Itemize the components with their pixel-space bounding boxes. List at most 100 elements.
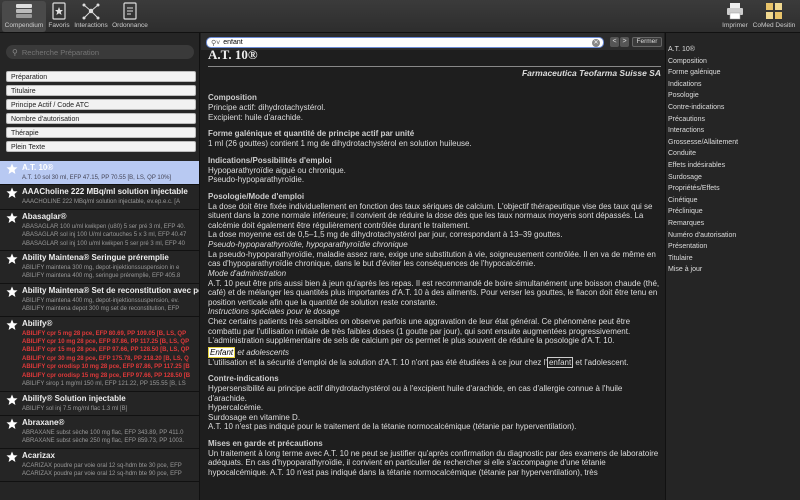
toc-item[interactable]: Surdosage [668, 172, 738, 184]
result-package-line: ABILIFY cpr orodisp 15 mg 28 pce, EFP 97… [22, 372, 191, 379]
toc-item[interactable]: Grossesse/Allaitement [668, 137, 738, 149]
toc-item[interactable]: Présentation [668, 241, 738, 253]
toolbar-interactions-button[interactable]: Interactions [73, 1, 109, 32]
toc-item[interactable]: Préclinique [668, 206, 738, 218]
find-previous-button[interactable]: < [610, 37, 619, 47]
result-item[interactable]: Ability Maintena® Seringue préremplie ABI… [0, 251, 199, 284]
result-package-line: ABASAGLAR 100 u/ml kwikpen (u80) 5 ser p… [22, 223, 186, 230]
toc-item[interactable]: Interactions [668, 125, 738, 137]
paragraph: La pseudo-hypoparathyroïdie, maladie ass… [208, 249, 656, 269]
toc-item[interactable]: Indications [668, 79, 738, 91]
star-icon[interactable] [6, 418, 18, 430]
star-icon[interactable] [6, 253, 18, 265]
paragraph: A.T. 10 n'est pas indiqué pour le traite… [208, 422, 577, 431]
toc-item[interactable]: Cinétique [668, 195, 738, 207]
compendium-icon [16, 4, 32, 18]
paragraph-text: L'utilisation et la sécurité d'emploi de… [208, 357, 547, 367]
result-item[interactable]: AAACholine 222 MBq/ml solution injectabl… [0, 185, 199, 210]
paragraph: 1 ml (26 gouttes) contient 1 mg de dihyd… [208, 139, 472, 148]
toolbar-prescription-button[interactable]: Ordonnance [110, 1, 150, 32]
result-title: Abilify® [22, 318, 53, 328]
preparation-search-input[interactable] [21, 47, 192, 57]
result-title: Acarizax [22, 450, 55, 460]
result-item[interactable]: Ability Maintena® Set de reconstitution … [0, 284, 200, 317]
paragraph: La dose moyenne est de 0,5–1,5 mg de dih… [208, 230, 563, 239]
star-icon[interactable] [6, 319, 18, 331]
result-title: Ability Maintena® Set de reconstitution … [22, 285, 200, 295]
close-find-button[interactable]: Fermer [632, 37, 662, 47]
toc-panel: A.T. 10® Composition Forme galénique Indica… [665, 33, 800, 500]
star-icon[interactable] [6, 451, 18, 463]
toc-item[interactable]: Contre-indications [668, 102, 738, 114]
toolbar-favorites-button[interactable]: Favoris [47, 1, 71, 32]
result-item[interactable]: A.T. 10® A.T. 10 sol 30 ml, EFP 47.15, PP… [0, 161, 199, 186]
result-package-line: A.T. 10 sol 30 ml, EFP 47.15, PP 70.55 [… [22, 175, 172, 181]
star-icon[interactable] [6, 187, 18, 199]
paragraph: Chez certains patients très sensibles on… [208, 317, 631, 345]
toc-item[interactable]: Propriétés/Effets [668, 183, 738, 195]
filter-therapie[interactable]: Thérapie [6, 127, 196, 138]
left-panel: ⚲ Préparation Titulaire Principe Actif /… [0, 33, 200, 500]
filter-titulaire[interactable]: Titulaire [6, 85, 196, 96]
section-heading: Forme galénique et quantité de principe … [208, 129, 415, 138]
paragraph: A.T. 10 peut être pris aussi bien à jeun… [208, 278, 660, 307]
toc-list: A.T. 10® Composition Forme galénique Indica… [668, 44, 738, 276]
star-icon[interactable] [6, 163, 18, 175]
toc-item[interactable]: Composition [668, 56, 738, 68]
result-package-line: ABILIFY cpr 15 mg 28 pce, EFP 97.66, PP … [22, 347, 190, 354]
result-item[interactable]: Abraxane® ABRAXANE subst sèche 100 mg fla… [0, 416, 199, 449]
toolbar-label: Ordonnance [112, 22, 148, 29]
toc-item[interactable]: Numéro d'autorisation [668, 230, 738, 242]
paragraph: Hypersensibilité au principe actif dihyd… [208, 384, 623, 403]
result-item[interactable]: Abasaglar® ABASAGLAR 100 u/ml kwikpen (u8… [0, 210, 199, 252]
results-list: A.T. 10® A.T. 10 sol 30 ml, EFP 47.15, PP… [0, 161, 200, 482]
toc-item[interactable]: Remarques [668, 218, 738, 230]
toc-item[interactable]: Posologie [668, 90, 738, 102]
filter-autorisation[interactable]: Nombre d'autorisation [6, 113, 196, 124]
toc-item[interactable]: A.T. 10® [668, 44, 738, 56]
result-package-line: ABILIFY maintena 400 mg, depot-injektion… [22, 297, 179, 304]
company-name: Farmaceutica Teofarma Suisse SA [208, 66, 661, 78]
result-package-line: ABILIFY cpr orodisp 10 mg 28 pce, EFP 87… [22, 364, 190, 371]
result-package-line: ABASAGLAR sol inj 100 U/ml cartouches 5 … [22, 232, 187, 239]
filter-plein-texte[interactable]: Plein Texte [6, 141, 196, 152]
result-package-line: ABRAXANE subst sèche 100 mg flac, EFP 34… [22, 429, 184, 436]
paragraph: Hypercalcémie. [208, 403, 264, 412]
subsection-heading: Mode d'administration [208, 268, 287, 278]
toolbar-comed-button[interactable]: CoMed Desitin [751, 1, 797, 32]
preparation-search[interactable]: ⚲ [6, 45, 194, 59]
paragraph: L'utilisation et la sécurité d'emploi de… [208, 356, 661, 368]
toc-item[interactable]: Effets indésirables [668, 160, 738, 172]
result-title: Abilify® Solution injectable [22, 393, 126, 403]
toc-item[interactable]: Conduite [668, 148, 738, 160]
toc-item[interactable]: Précautions [668, 114, 738, 126]
filter-preparation[interactable]: Préparation [6, 71, 196, 82]
result-package-line: AAACHOLINE 222 MBq/ml solution injectabl… [22, 199, 180, 206]
toolbar-print-button[interactable]: Imprimer [722, 1, 748, 32]
star-icon[interactable] [6, 286, 18, 298]
toc-item[interactable]: Mise à jour [668, 264, 738, 276]
toolbar-compendium-button[interactable]: Compendium [2, 1, 46, 32]
find-next-button[interactable]: > [620, 37, 629, 47]
subsection-heading: Pseudo-hypoparathyroïdie, hypoparathyroï… [208, 239, 408, 249]
filter-principe-actif[interactable]: Principe Actif / Code ATC [6, 99, 196, 110]
find-field[interactable]: ⚲˅ ✕ [206, 37, 604, 48]
clear-icon[interactable]: ✕ [592, 39, 600, 47]
search-match-highlight: Enfant [208, 346, 236, 358]
result-item[interactable]: Abilify® Solution injectable ABILIFY sol … [0, 392, 199, 416]
toolbar: Compendium Favoris Interactions Ordonnan… [0, 0, 800, 33]
toc-item[interactable]: Titulaire [668, 253, 738, 265]
star-icon[interactable] [6, 394, 18, 406]
paragraph-text: et l'adolescent. [573, 357, 629, 367]
result-item[interactable]: Abilify® ABILIFY cpr 5 mg 28 pce, EFP 80.… [0, 317, 199, 392]
toc-item[interactable]: Forme galénique [668, 67, 738, 79]
subsection-heading: Instructions spéciales pour le dosage [208, 307, 340, 316]
star-icon[interactable] [6, 212, 18, 224]
document-panel: A.T. 10® Farmaceutica Teofarma Suisse SA… [201, 33, 664, 500]
result-package-line: ABILIFY sol inj 7.5 mg/ml flac 1.3 ml [B… [22, 405, 128, 412]
find-input[interactable] [223, 39, 594, 46]
interactions-icon [82, 3, 100, 20]
result-item[interactable]: Acarizax ACARIZAX poudre par voie oral 12… [0, 449, 199, 482]
result-package-line: ABILIFY cpr 5 mg 28 pce, EFP 80.69, PP 1… [22, 330, 187, 337]
result-package-line: ABRAXANE subst sèche 250 mg flac, EFP 85… [22, 438, 184, 445]
